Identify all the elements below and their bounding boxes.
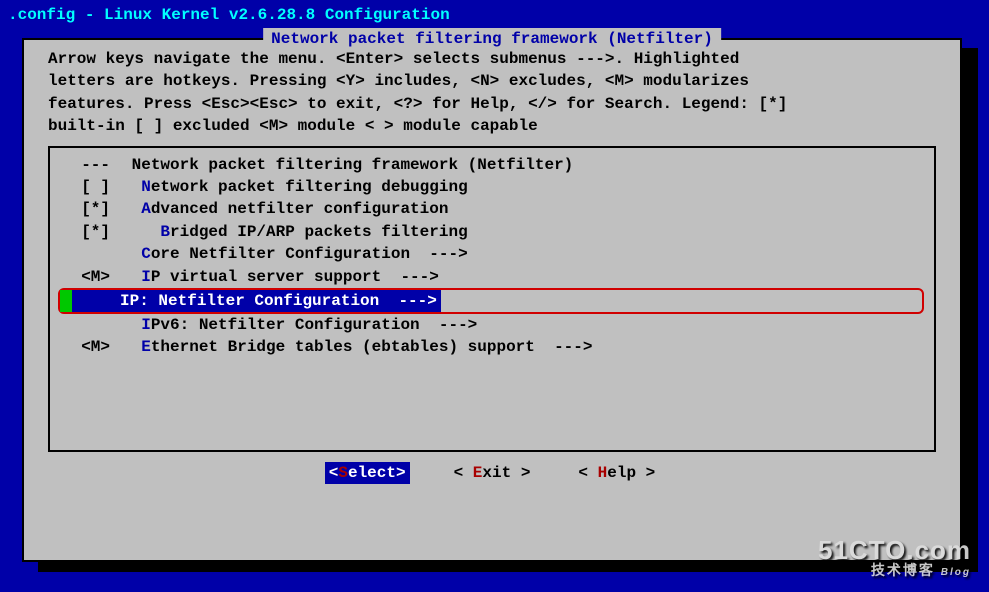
help-line: built-in [ ] excluded <M> module < > mod… xyxy=(48,115,936,137)
watermark: 51CTO.com 技术博客 Blog xyxy=(818,537,971,578)
menu-item-core[interactable]: Core Netfilter Configuration ---> xyxy=(60,243,924,265)
dialog-title: Network packet filtering framework (Netf… xyxy=(263,28,721,50)
help-line: letters are hotkeys. Pressing <Y> includ… xyxy=(48,70,936,92)
watermark-main: 51CTO.com xyxy=(818,537,971,563)
help-button[interactable]: < Help > xyxy=(574,462,659,484)
state-marker[interactable]: [*] xyxy=(62,221,122,243)
menu-label: IP virtual server support ---> xyxy=(122,266,439,288)
menu-item-bridged[interactable]: [*] Bridged IP/ARP packets filtering xyxy=(60,221,924,243)
dialog-box: Network packet filtering framework (Netf… xyxy=(22,38,962,562)
selection-marker xyxy=(60,290,72,312)
menu-label: Core Netfilter Configuration ---> xyxy=(122,243,468,265)
menu-item-advanced[interactable]: [*] Advanced netfilter configuration xyxy=(60,198,924,220)
menu-label: Advanced netfilter configuration xyxy=(122,198,448,220)
state-marker[interactable]: <M> xyxy=(62,266,122,288)
menu-item-ipvs[interactable]: <M> IP virtual server support ---> xyxy=(60,266,924,288)
exit-button[interactable]: < Exit > xyxy=(450,462,535,484)
menu-item-ip-netfilter[interactable]: IP: Netfilter Configuration ---> xyxy=(58,288,924,314)
state-marker[interactable]: [*] xyxy=(62,198,122,220)
state-marker[interactable]: [ ] xyxy=(62,176,122,198)
menu-label: Network packet filtering debugging xyxy=(122,176,468,198)
menu-label: Ethernet Bridge tables (ebtables) suppor… xyxy=(122,336,592,358)
button-bar: <Select> < Exit > < Help > xyxy=(24,462,960,484)
state-marker xyxy=(62,243,122,265)
menu-item-header: --- Network packet filtering framework (… xyxy=(60,154,924,176)
menu-label: Bridged IP/ARP packets filtering xyxy=(122,221,468,243)
watermark-sub: 技术博客 Blog xyxy=(818,563,971,578)
menu-label: Network packet filtering framework (Netf… xyxy=(122,154,573,176)
state-marker[interactable]: <M> xyxy=(62,336,122,358)
menu-item-ebtables[interactable]: <M> Ethernet Bridge tables (ebtables) su… xyxy=(60,336,924,358)
menu-box: --- Network packet filtering framework (… xyxy=(48,146,936,452)
help-text: Arrow keys navigate the menu. <Enter> se… xyxy=(24,40,960,142)
menu-item-ipv6-netfilter[interactable]: IPv6: Netfilter Configuration ---> xyxy=(60,314,924,336)
select-button[interactable]: <Select> xyxy=(325,462,410,484)
menu-label-selected: IP: Netfilter Configuration ---> xyxy=(72,290,441,312)
state-marker: --- xyxy=(62,154,122,176)
state-marker xyxy=(62,314,122,336)
menu-item-debugging[interactable]: [ ] Network packet filtering debugging xyxy=(60,176,924,198)
help-line: Arrow keys navigate the menu. <Enter> se… xyxy=(48,48,936,70)
menu-label: IPv6: Netfilter Configuration ---> xyxy=(122,314,477,336)
help-line: features. Press <Esc><Esc> to exit, <?> … xyxy=(48,93,936,115)
window-title: .config - Linux Kernel v2.6.28.8 Configu… xyxy=(0,0,989,30)
